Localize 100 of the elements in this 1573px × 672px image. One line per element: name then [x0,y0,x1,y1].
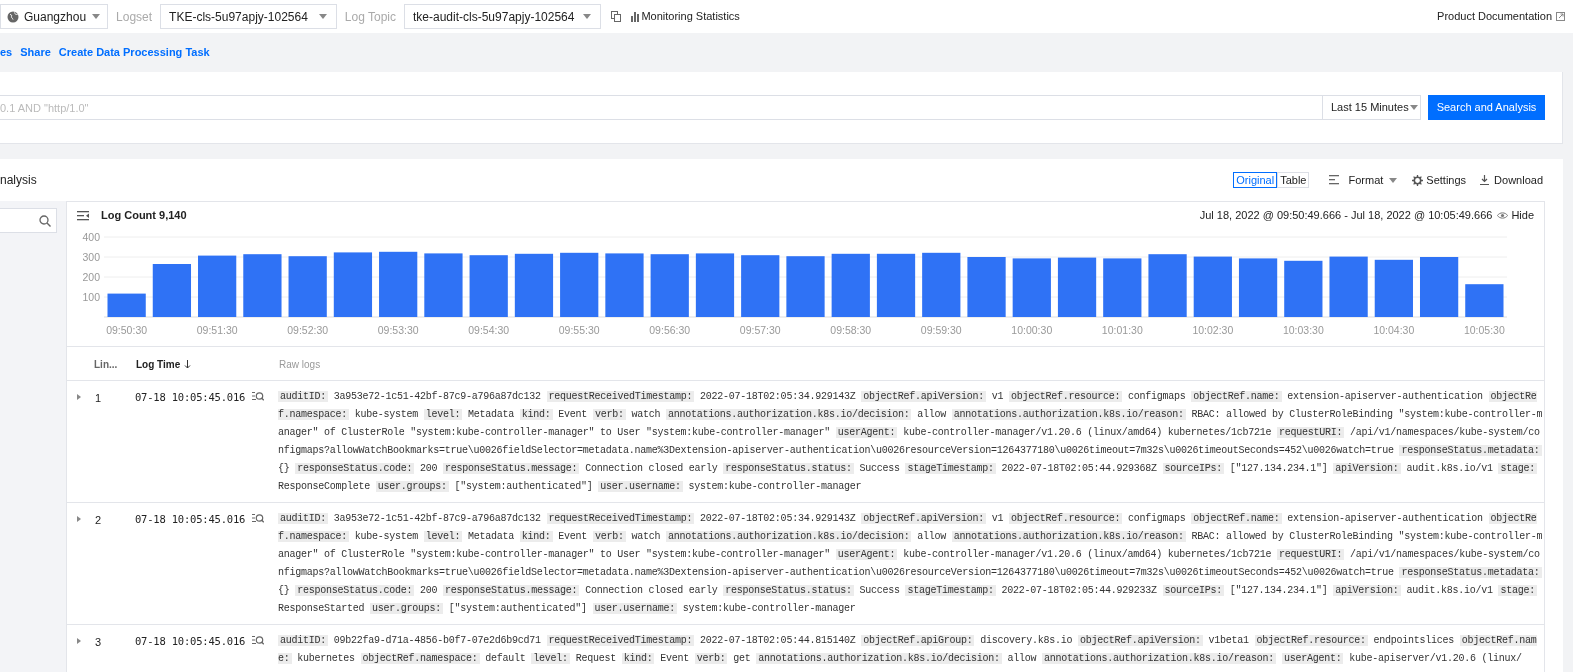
line-number: 2 [95,513,103,528]
bar-chart-icon [631,11,640,22]
hide-button[interactable]: Hide [1497,207,1534,224]
caret-icon [1408,104,1419,111]
log-topic-label: Log Topic [344,8,396,26]
chart-bar [831,253,870,317]
action-link[interactable]: Create Data Processing Task [58,44,210,61]
y-tick-label: 400 [82,231,100,243]
chart-bar [379,251,418,317]
column-header[interactable]: Log Time [136,357,279,372]
expand-icon [77,516,81,522]
x-tick-label: 09:55:30 [558,324,600,336]
time-range-select[interactable]: Last 15 Minutes [1323,95,1421,120]
x-tick-label: 09:57:30 [739,324,781,336]
search-button[interactable]: Search and Analysis [1428,95,1545,120]
x-tick-label: 09:56:30 [649,324,691,336]
raw-log-text: auditID: 3a953e72-1c51-42bf-87c9-a796a87dc132 requestReceivedTimestamp: 2022-07-18T02:05:34.929143Z objectRef.apiVersion: v1 objectRef.resource: configmaps objectRef.name: extension-apiserver-authentication objectRef.namespace: kube-system level: Metadata kind: Event verb: watch annotations.authorization.k8s.io/decision: allow annotations.authorization.k8s.io/reason: RBAC: allowed by ClusterRoleBinding "system:kube-controller-manager" of ClusterRole "system:kube-controller-manager" to User "system:kube-controller-manager" userAgent: kube-controller-manager/v1.20.6 (linux/amd64) kubernetes/1cb721e requestURI: /api/v1/namespaces/kube-system/configmaps?allowWatchBookmarks=true\u0026fieldSelector=metadata.name%3Dextension-apiserver-authentication\u0026resourceVersion=1264377180\u0026timeout=7m32s\u0026timeoutSeconds=452\u0026watch=true responseStatus.metadata: {} responseStatus.code: 200 responseStatus.message: Connection closed early responseStatus.status: Success stageTimestamp: 2022-07-18T02:05:44.929368Z sourceIPs: ["127.134.234.1"] apiVersion: audit.k8s.io/v1 stage: ResponseComplete user.groups: ["system:authenticated"] user.username: system:kube-controller-manager [278,390,1544,494]
toolbar-button[interactable]: Settings [1412,171,1467,189]
chart-bar [922,252,961,317]
log-time: 07-18 10:05:45.016 [135,512,247,527]
logset-label: Logset [116,8,153,26]
chart-bar [333,252,373,317]
x-tick-label: 10:04:30 [1373,324,1415,336]
x-tick-label: 09:59:30 [920,324,962,336]
x-tick-label: 09:51:30 [196,324,238,336]
x-tick-label: 10:03:30 [1282,324,1324,336]
caret-icon [91,13,102,20]
line-number: 3 [95,635,103,650]
logset-select[interactable]: TKE-cls-5u97apjy-102564 [160,4,337,29]
copy-icon[interactable] [611,11,622,22]
chart-bar [424,253,463,317]
search-context-icon[interactable] [252,513,264,523]
expand-icon [77,394,81,400]
log-time: 07-18 10:05:45.016 [135,390,247,405]
y-tick-label: 300 [82,251,100,263]
documentation-link[interactable]: Product Documentation [1437,8,1565,25]
chart-bar [605,253,644,317]
search-icon [39,214,51,227]
time-span-text: Jul 18, 2022 @ 09:50:49.666 - Jul 18, 2022 @ 10:05:49.666 [1199,208,1493,224]
expand-icon [77,638,81,644]
chart-bar [560,252,599,317]
x-tick-label: 10:01:30 [1101,324,1143,336]
x-tick-label: 09:58:30 [830,324,872,336]
chart-bar [469,255,508,317]
chart-bar [1238,258,1278,317]
action-link[interactable]: es [0,44,13,61]
chart-bar [1193,256,1232,317]
toolbar-button[interactable]: Download [1480,171,1543,189]
download-icon [1480,174,1492,186]
chart-bar [1057,257,1097,317]
chart-bar [786,256,825,317]
caret-icon [1388,176,1399,184]
chart-bar [1012,258,1051,317]
search-context-icon[interactable] [252,635,264,645]
caret-icon [582,13,593,20]
chart-bar [1329,256,1368,317]
search-context-icon[interactable] [252,391,264,401]
log-topic-select[interactable]: tke-audit-cls-5u97apjy-102564 [404,4,602,29]
field-search-input[interactable] [0,208,57,233]
lines-icon [1329,174,1341,186]
view-tab[interactable]: Original [1233,172,1278,188]
query-input[interactable]: 0.1 AND "http/1.0" [0,95,1323,120]
log-time: 07-18 10:05:45.016 [135,634,247,649]
chart-bar [514,253,554,317]
x-tick-label: 09:50:30 [106,324,148,336]
raw-log-text: auditID: 3a953e72-1c51-42bf-87c9-a796a87dc132 requestReceivedTimestamp: 2022-07-18T02:05:34.929143Z objectRef.apiVersion: v1 objectRef.resource: configmaps objectRef.name: extension-apiserver-authentication objectRef.namespace: kube-system level: Metadata kind: Event verb: watch annotations.authorization.k8s.io/decision: allow annotations.authorization.k8s.io/reason: RBAC: allowed by ClusterRoleBinding "system:kube-controller-manager" of ClusterRole "system:kube-controller-manager" to User "system:kube-controller-manager" userAgent: kube-controller-manager/v1.20.6 (linux/amd64) kubernetes/1cb721e requestURI: /api/v1/namespaces/kube-system/configmaps?allowWatchBookmarks=true\u0026fieldSelector=metadata.name%3Dextension-apiserver-authentication\u0026resourceVersion=1264377180\u0026timeout=7m32s\u0026timeoutSeconds=452\u0026watch=true responseStatus.metadata: {} responseStatus.code: 200 responseStatus.message: Connection closed early responseStatus.status: Success stageTimestamp: 2022-07-18T02:05:44.929233Z sourceIPs: ["127.134.234.1"] apiVersion: audit.k8s.io/v1 stage: ResponseStarted user.groups: ["system:authenticated"] user.username: system:kube-controller-manager [278,512,1544,616]
region-select[interactable]: Guangzhou [0,4,109,29]
results-title: nalysis [0,172,37,189]
chart-bar [1420,257,1459,317]
chart-bar [1103,258,1142,317]
view-tab[interactable]: Table [1277,172,1310,188]
external-link-icon [1556,12,1565,21]
x-tick-label: 09:52:30 [287,324,329,336]
collapse-icon[interactable] [77,210,89,221]
x-tick-label: 10:05:30 [1463,324,1505,336]
column-header: Raw logs [279,358,321,372]
line-number: 1 [95,391,103,406]
chart-bar [243,254,282,317]
globe-icon [7,10,19,23]
action-link[interactable]: Share [20,44,51,61]
settings-icon [1412,174,1424,186]
sort-arrow-icon [184,360,192,369]
eye-icon [1497,211,1509,220]
chart-bar [198,255,237,317]
x-tick-label: 10:00:30 [1011,324,1053,336]
chart-bar [695,253,735,317]
raw-log-text: auditID: 09b22fa9-d71a-4856-b0f7-07e2d6b9cd71 requestReceivedTimestamp: 2022-07-18T02:05:44.815140Z objectRef.apiGroup: discovery.k8s.io objectRef.apiVersion: v1beta1 objectRef.resource: endpointslices objectRef.name: kubernetes objectRef.namespace: default level: Request kind: Event verb: get annotations.authorization.k8s.io/decision: allow annotations.authorization.k8s.io/reason: userAgent: kube-apiserver/v1.20.6 (linux/ [278,634,1538,666]
x-tick-label: 09:54:30 [468,324,510,336]
chart-bar [741,255,780,317]
column-header: Lin... [94,358,119,372]
chart-bar [1284,260,1323,317]
x-tick-label: 09:53:30 [377,324,419,336]
chart-bar [967,257,1006,317]
chart-bar [1374,259,1413,317]
toolbar-button[interactable]: Format [1329,171,1399,189]
monitoring-link[interactable]: Monitoring Statistics [631,8,740,25]
chart-bar [152,264,191,317]
x-tick-label: 10:02:30 [1192,324,1234,336]
chart-bar [1465,284,1504,317]
log-count: Log Count 9,140 [101,208,187,224]
